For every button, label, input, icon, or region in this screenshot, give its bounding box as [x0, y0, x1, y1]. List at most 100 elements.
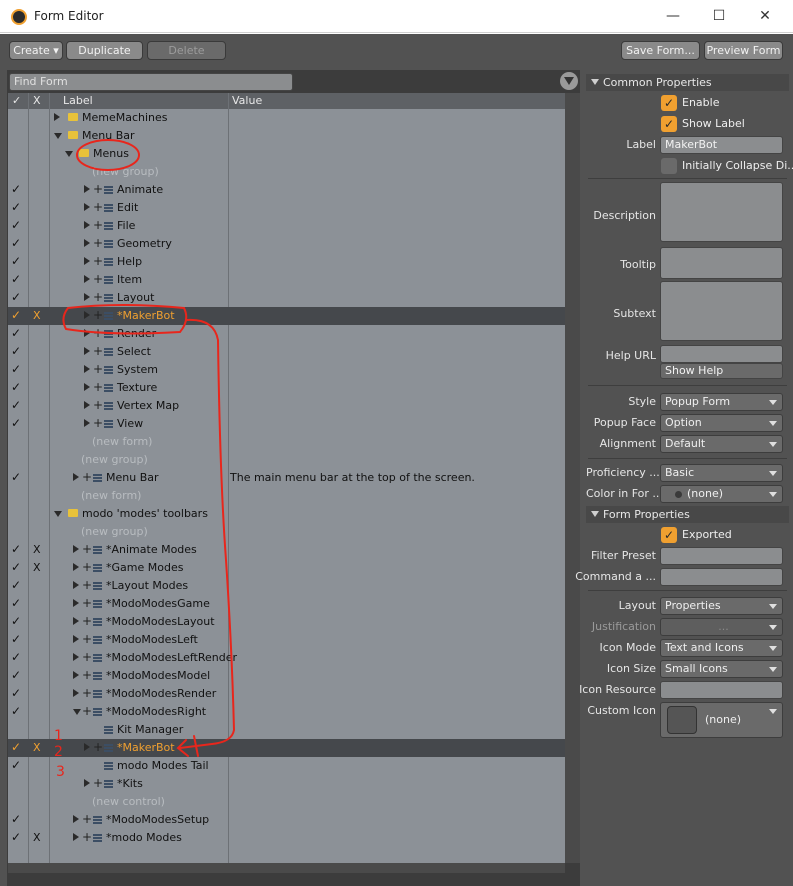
plus-icon[interactable]: +	[93, 416, 103, 430]
expand-right-icon[interactable]	[84, 203, 90, 211]
duplicate-button[interactable]: Duplicate	[66, 41, 143, 60]
tree-row[interactable]: ✓ + *ModoModesSetup	[8, 811, 565, 829]
expand-right-icon[interactable]	[84, 293, 90, 301]
expand-right-icon[interactable]	[84, 221, 90, 229]
alignment-dropdown[interactable]: Default	[660, 435, 783, 453]
value-column-header[interactable]: Value	[232, 94, 262, 107]
close-button[interactable]: ✕	[742, 0, 788, 33]
x-mark[interactable]: X	[33, 741, 41, 754]
help-url-input[interactable]	[660, 345, 783, 363]
description-input[interactable]	[660, 182, 783, 242]
visible-check[interactable]: ✓	[11, 182, 21, 196]
delete-button[interactable]: Delete	[147, 41, 226, 60]
expand-right-icon[interactable]	[84, 401, 90, 409]
visible-check[interactable]: ✓	[11, 740, 21, 754]
tree-row[interactable]: ✓ + View	[8, 415, 565, 433]
expand-right-icon[interactable]	[73, 563, 79, 571]
expand-right-icon[interactable]	[84, 779, 90, 787]
tree-row[interactable]: ✓ + *ModoModesLeftRender	[8, 649, 565, 667]
filter-preset-input[interactable]	[660, 547, 783, 565]
expand-right-icon[interactable]	[73, 815, 79, 823]
expand-right-icon[interactable]	[84, 239, 90, 247]
plus-icon[interactable]: +	[93, 218, 103, 232]
plus-icon[interactable]: +	[82, 578, 92, 592]
visible-check[interactable]: ✓	[11, 398, 21, 412]
tree-row[interactable]: ✓ + Edit	[8, 199, 565, 217]
tree-row[interactable]: ✓ + *ModoModesLeft	[8, 631, 565, 649]
tree-row[interactable]: ✓ + *ModoModesModel	[8, 667, 565, 685]
save-form-button[interactable]: Save Form...	[621, 41, 700, 60]
plus-icon[interactable]: +	[82, 560, 92, 574]
tree-row[interactable]: (new control)	[8, 793, 565, 811]
visible-check[interactable]: ✓	[11, 254, 21, 268]
plus-icon[interactable]: +	[93, 398, 103, 412]
expand-right-icon[interactable]	[84, 311, 90, 319]
tree-row[interactable]: ✓ + Texture	[8, 379, 565, 397]
plus-icon[interactable]: +	[93, 326, 103, 340]
plus-icon[interactable]: +	[93, 182, 103, 196]
plus-icon[interactable]: +	[93, 380, 103, 394]
visible-check[interactable]: ✓	[11, 830, 21, 844]
visible-check[interactable]: ✓	[11, 380, 21, 394]
tree-row[interactable]: (new form)	[8, 433, 565, 451]
expand-right-icon[interactable]	[73, 709, 81, 715]
visible-check[interactable]: ✓	[11, 812, 21, 826]
visible-check[interactable]: ✓	[11, 416, 21, 430]
tree-row[interactable]: ✓ + Select	[8, 343, 565, 361]
plus-icon[interactable]: +	[82, 830, 92, 844]
tree-row[interactable]: ✓ X + *MakerBot	[8, 307, 565, 325]
expand-right-icon[interactable]	[73, 581, 79, 589]
show-label-checkbox[interactable]: ✓	[661, 116, 677, 132]
common-properties-header[interactable]: Common Properties	[586, 74, 789, 91]
expand-right-icon[interactable]	[84, 329, 90, 337]
subtext-input[interactable]	[660, 281, 783, 341]
icon-size-dropdown[interactable]: Small Icons	[660, 660, 783, 678]
expand-right-icon[interactable]	[73, 635, 79, 643]
plus-icon[interactable]: +	[93, 254, 103, 268]
justification-dropdown[interactable]: ...	[660, 618, 783, 636]
popup-face-dropdown[interactable]: Option	[660, 414, 783, 432]
visible-check[interactable]: ✓	[11, 362, 21, 376]
expand-right-icon[interactable]	[73, 671, 79, 679]
visible-check[interactable]: ✓	[11, 200, 21, 214]
expand-right-icon[interactable]	[54, 113, 60, 121]
layout-dropdown[interactable]: Properties	[660, 597, 783, 615]
tree-row[interactable]: ✓ X + *Animate Modes	[8, 541, 565, 559]
expand-down-icon[interactable]	[54, 133, 62, 139]
expand-right-icon[interactable]	[73, 617, 79, 625]
expand-right-icon[interactable]	[84, 365, 90, 373]
expand-right-icon[interactable]	[73, 599, 79, 607]
expand-right-icon[interactable]	[84, 419, 90, 427]
form-properties-header[interactable]: Form Properties	[586, 506, 789, 523]
x-mark[interactable]: X	[33, 543, 41, 556]
tree-row[interactable]: ✓ + *ModoModesGame	[8, 595, 565, 613]
expand-right-icon[interactable]	[73, 833, 79, 841]
visible-check[interactable]: ✓	[11, 344, 21, 358]
plus-icon[interactable]: +	[82, 686, 92, 700]
expand-right-icon[interactable]	[84, 743, 90, 751]
plus-icon[interactable]: +	[93, 308, 103, 322]
visible-check[interactable]: ✓	[11, 650, 21, 664]
enable-checkbox[interactable]: ✓	[661, 95, 677, 111]
plus-icon[interactable]: +	[82, 650, 92, 664]
minimize-button[interactable]: —	[650, 0, 696, 33]
tree-row[interactable]: ✓ + Vertex Map	[8, 397, 565, 415]
expand-right-icon[interactable]	[73, 653, 79, 661]
create-button[interactable]: Create ▾	[9, 41, 63, 60]
visible-check[interactable]: ✓	[11, 614, 21, 628]
expand-down-icon[interactable]	[54, 511, 62, 517]
label-input[interactable]: MakerBot	[660, 136, 783, 154]
visible-check[interactable]: ✓	[11, 596, 21, 610]
form-tree[interactable]: ✓ X Label Value MemeMachines Menu Bar Menu…	[8, 93, 565, 863]
tree-horizontal-scrollbar[interactable]	[8, 863, 565, 873]
tree-row[interactable]: ✓ + *ModoModesRender	[8, 685, 565, 703]
plus-icon[interactable]: +	[93, 272, 103, 286]
tree-row[interactable]: + *Kits	[8, 775, 565, 793]
visible-check[interactable]: ✓	[11, 470, 21, 484]
tree-row[interactable]: modo 'modes' toolbars	[8, 505, 565, 523]
tree-row[interactable]: (new group)	[8, 163, 565, 181]
expand-right-icon[interactable]	[84, 347, 90, 355]
tree-row[interactable]: ✓ + Help	[8, 253, 565, 271]
plus-icon[interactable]: +	[93, 200, 103, 214]
tree-row[interactable]: (new group)	[8, 451, 565, 469]
